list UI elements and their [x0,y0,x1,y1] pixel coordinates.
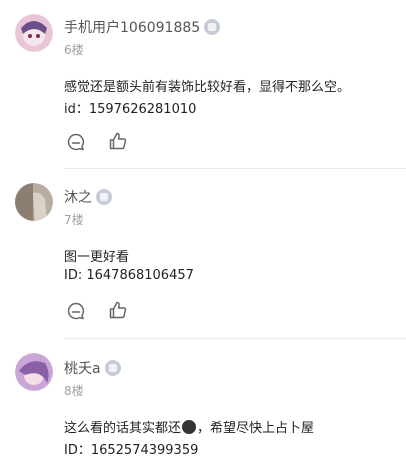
avatar[interactable] [15,183,53,221]
emoji-face-icon [182,420,197,434]
comment-bubble-icon[interactable] [66,132,86,152]
username[interactable]: 沐之 [64,187,112,207]
thumbs-up-icon[interactable] [108,300,128,320]
comment-text: 图一更好看 [64,250,130,265]
divider [64,168,406,169]
username-text[interactable]: 桃夭a [64,358,101,378]
username[interactable]: 手机用户106091885 [64,17,221,37]
floor-label: 6楼 [64,43,84,57]
comment-id-line: ID: 1647868106457 [64,268,194,283]
comment-id-line: id：1597626281010 [64,102,197,117]
level-badge-icon [204,19,221,35]
divider [64,338,406,339]
level-badge-icon [104,360,121,376]
level-badge-icon [96,189,112,205]
username[interactable]: 桃夭a [64,358,121,378]
comment-bubble-icon[interactable] [66,301,86,321]
comment-text: 这么看的话其实都还 ，希望尽快上占卜屋 [64,417,314,436]
comment-id-line: ID：1652574399359 [64,443,199,458]
username-text[interactable]: 沐之 [64,187,92,207]
avatar[interactable] [15,353,53,391]
floor-label: 8楼 [64,384,84,398]
floor-label: 7楼 [64,213,84,227]
comment-text-part: ，希望尽快上占卜屋 [197,421,315,436]
comment-text: 感觉还是额头前有装饰比较好看，显得不那么空。 [64,80,351,95]
username-text[interactable]: 手机用户106091885 [64,17,200,37]
thumbs-up-icon[interactable] [108,131,128,151]
avatar[interactable] [15,14,53,52]
comment-text-part: 这么看的话其实都还 [64,421,182,436]
